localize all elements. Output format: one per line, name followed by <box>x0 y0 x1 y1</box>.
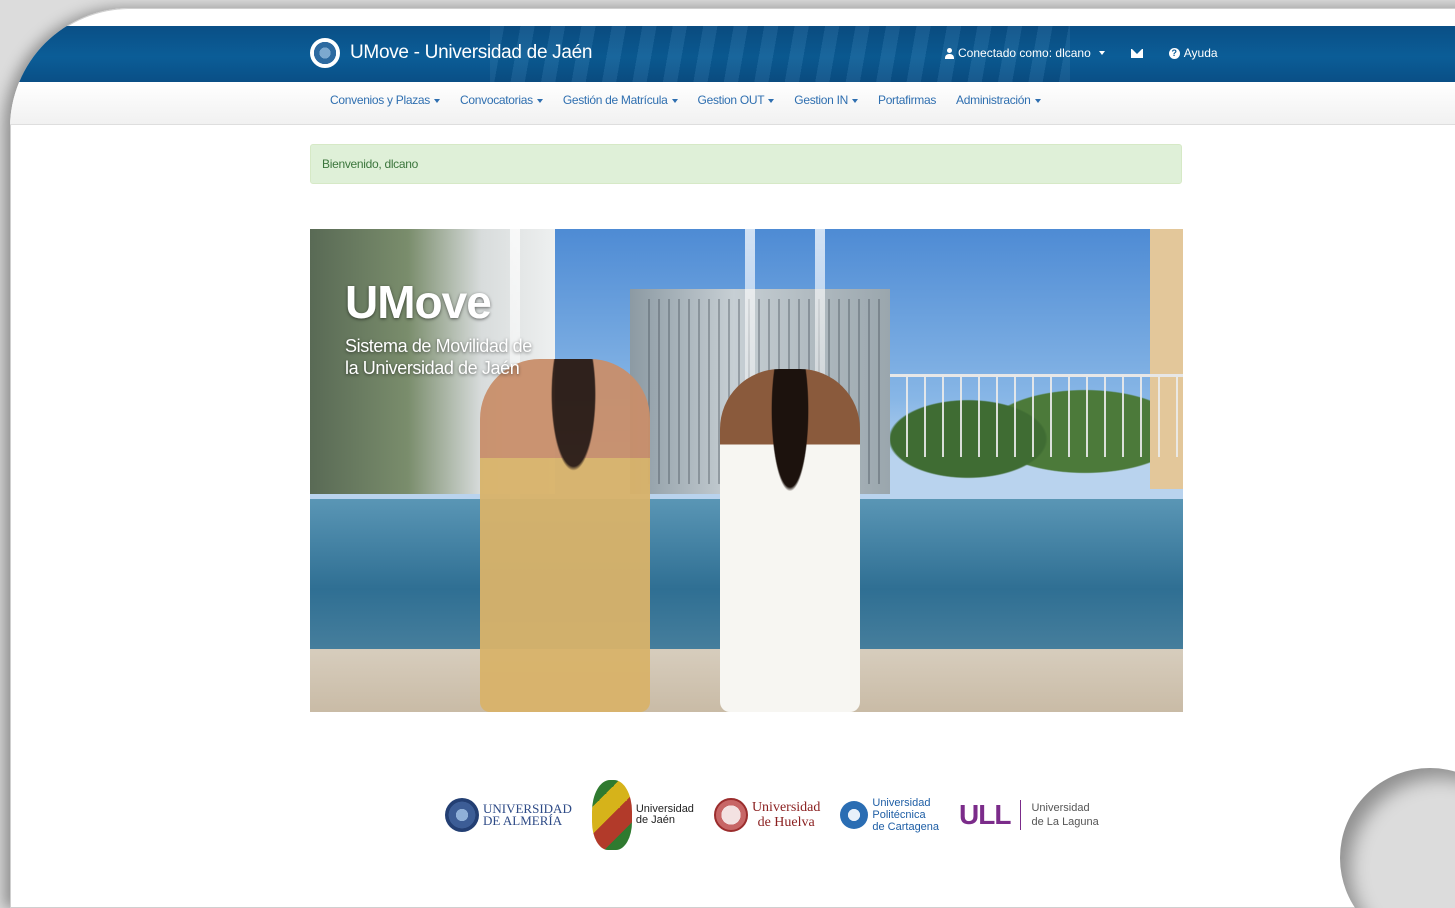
hero-bridge <box>890 374 1183 457</box>
divider <box>1020 800 1022 830</box>
chevron-down-icon <box>536 98 543 103</box>
logo-universidad-huelva[interactable]: Universidad de Huelva <box>713 798 820 832</box>
logo-line: de Cartagena <box>872 821 940 833</box>
nav-item-label: Administración <box>956 93 1031 107</box>
logo-text: Universidad de La Laguna <box>1031 801 1098 829</box>
logo-text: Universidad Politécnica de Cartagena <box>872 797 939 833</box>
help-icon: ? <box>1168 47 1180 59</box>
chevron-down-icon <box>434 98 440 103</box>
hero-student-right <box>720 369 860 712</box>
brand-title[interactable]: UMove - Universidad de Jaén <box>350 42 592 64</box>
screenshot-frame: UMove - Universidad de Jaén Conectado co… <box>10 8 1455 908</box>
nav-item-gestion-in[interactable]: Gestion IN <box>784 93 868 107</box>
welcome-message: Bienvenido, dlcano <box>322 157 419 171</box>
logo-line: Universidad <box>1031 802 1090 814</box>
logo-universidad-cartagena[interactable]: Universidad Politécnica de Cartagena <box>840 797 939 833</box>
user-icon <box>945 47 954 59</box>
logo-text: Universidad de Huelva <box>752 800 820 830</box>
hero-subtitle: Sistema de Movilidad de la Universidad d… <box>345 336 532 378</box>
cartagena-emblem-icon <box>840 801 869 829</box>
logo-universidad-almeria[interactable]: UNIVERSIDAD DE ALMERÍA <box>445 798 572 832</box>
welcome-alert: Bienvenido, dlcano <box>310 144 1182 184</box>
logo-line: DE ALMERÍA <box>483 813 563 828</box>
chevron-down-icon <box>1034 98 1041 103</box>
nav-item-convocatorias[interactable]: Convocatorias <box>450 93 553 107</box>
logo-line: de La Laguna <box>1031 816 1099 828</box>
chevron-down-icon <box>768 98 775 103</box>
hero-banner: UMove Sistema de Movilidad de la Univers… <box>310 229 1183 712</box>
nav-item-administracion[interactable]: Administración <box>946 93 1051 107</box>
logo-line: de Huelva <box>757 815 815 830</box>
jaen-coat-of-arms-icon <box>591 780 632 850</box>
chevron-down-icon <box>851 98 858 103</box>
nav-item-gestion-out[interactable]: Gestion OUT <box>688 93 785 107</box>
messages-button[interactable] <box>1130 48 1143 58</box>
logo-text: Universidad de Jaén <box>636 804 694 826</box>
nav-item-label: Gestion IN <box>794 93 848 107</box>
help-label: Ayuda <box>1183 46 1218 60</box>
logo-text: UNIVERSIDAD DE ALMERÍA <box>483 802 572 828</box>
university-seal-icon <box>310 38 340 68</box>
user-zone: Conectado como: dlcano ? Ayuda <box>945 46 1218 60</box>
main-navbar: Convenios y Plazas Convocatorias Gestión… <box>10 82 1455 125</box>
partner-logos: UNIVERSIDAD DE ALMERÍA Universidad de Jaén… <box>445 780 1099 850</box>
ull-mark: ULL <box>959 799 1011 830</box>
logo-line: de Jaén <box>635 814 675 826</box>
top-header-bar: UMove - Universidad de Jaén Conectado co… <box>10 26 1455 82</box>
almeria-emblem-icon <box>445 798 479 832</box>
nav-item-label: Convenios y Plazas <box>330 93 430 107</box>
hero-title: UMove <box>345 276 492 328</box>
huelva-seal-icon <box>713 798 748 832</box>
chevron-down-icon <box>671 98 678 103</box>
logo-universidad-jaen[interactable]: Universidad de Jaén <box>591 780 694 850</box>
nav-item-label: Convocatorias <box>460 93 533 107</box>
envelope-icon <box>1130 48 1143 58</box>
logo-line: Politécnica <box>872 809 926 821</box>
brand[interactable]: UMove - Universidad de Jaén <box>310 38 592 68</box>
logo-line: Universidad <box>872 797 931 809</box>
nav-item-convenios-y-plazas[interactable]: Convenios y Plazas <box>320 93 450 107</box>
nav-item-label: Gestión de Matrícula <box>562 93 668 107</box>
logo-line: Universidad <box>751 800 821 815</box>
nav-item-label: Gestion OUT <box>697 93 765 107</box>
user-menu-label: Conectado como: dlcano <box>958 46 1091 60</box>
nav-menu: Convenios y Plazas Convocatorias Gestión… <box>320 93 1051 107</box>
chevron-down-icon <box>1098 51 1105 55</box>
nav-item-portafirmas[interactable]: Portafirmas <box>868 93 946 107</box>
help-link[interactable]: ? Ayuda <box>1168 46 1218 60</box>
hero-text: UMove Sistema de Movilidad de la Univers… <box>345 277 535 379</box>
hero-student-left <box>480 359 650 712</box>
nav-item-label: Portafirmas <box>877 93 937 107</box>
page-curl-corner <box>1340 768 1455 908</box>
nav-item-gestion-de-matricula[interactable]: Gestión de Matrícula <box>553 93 688 107</box>
user-menu[interactable]: Conectado como: dlcano <box>945 46 1105 60</box>
logo-universidad-laguna[interactable]: ULL Universidad de La Laguna <box>959 799 1099 831</box>
